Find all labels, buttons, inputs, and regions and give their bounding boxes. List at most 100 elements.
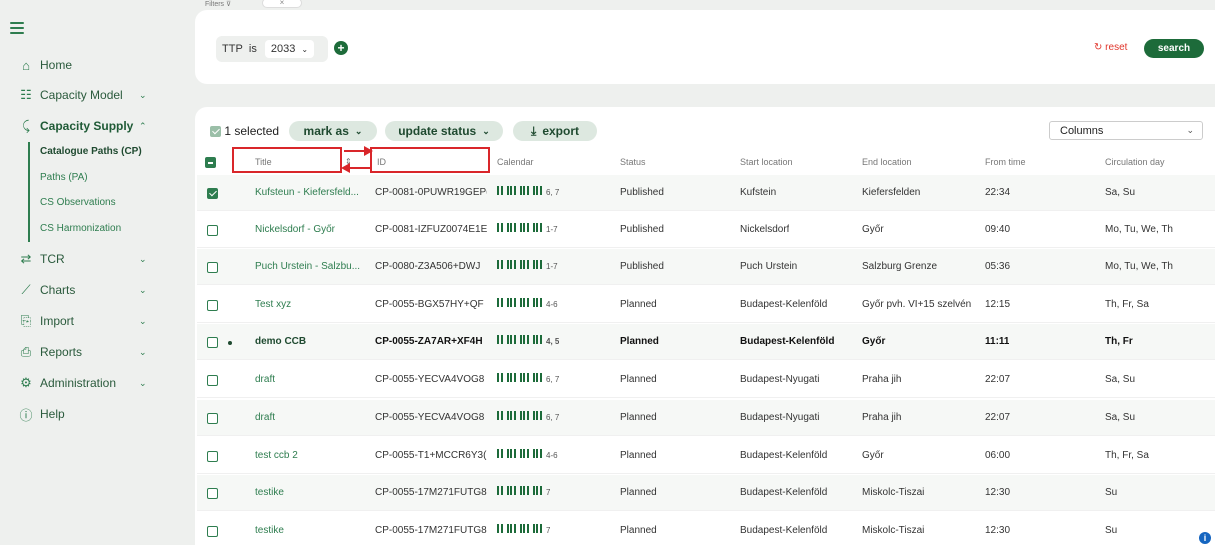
calendar-bars-icon	[497, 524, 543, 536]
menu-icon[interactable]	[10, 22, 24, 34]
sidebar-item-administration[interactable]: ⚙ Administration ⌄	[0, 370, 178, 396]
chevron-down-icon: ⌄	[139, 346, 147, 357]
cell-calendar: 1-7	[497, 223, 558, 235]
sidebar-item-label: TCR	[40, 252, 65, 266]
filter-value-select[interactable]: 2033 ⌄	[264, 40, 315, 58]
column-header-circulation-day[interactable]: Circulation day	[1105, 157, 1165, 167]
cell-start-location: Budapest-Nyugati	[740, 374, 820, 385]
cell-circulation-day: Th, Fr	[1105, 336, 1133, 347]
calendar-bars-icon	[497, 260, 543, 272]
sidebar-subitem-paths[interactable]: Paths (PA)	[40, 172, 88, 183]
column-header-calendar[interactable]: Calendar	[497, 157, 534, 167]
cell-from-time: 05:36	[985, 261, 1011, 272]
row-checkbox[interactable]	[207, 375, 218, 386]
info-icon[interactable]: i	[1199, 532, 1211, 544]
cell-end-location: Miskolc-Tiszai	[862, 525, 925, 536]
cell-end-location: Győr pvh. VI+15 szelvén	[862, 299, 972, 310]
table-row[interactable]: Puch Urstein - Salzbu... CP-0080-Z3A506+D…	[197, 249, 1215, 285]
cell-calendar: 7	[497, 486, 550, 498]
sidebar-item-label: Capacity Supply	[40, 119, 134, 133]
table-row[interactable]: Test xyz CP-0055-BGX57HY+QF 4-6 Planned Buda…	[197, 287, 1215, 323]
sidebar-item-import[interactable]: ⎘ Import ⌄	[0, 308, 178, 334]
chevron-down-icon: ⌄	[354, 125, 363, 136]
filter-field: TTP	[222, 43, 243, 55]
calendar-days: 6, 7	[546, 412, 560, 422]
sidebar-item-label: Charts	[40, 283, 76, 297]
row-checkbox[interactable]	[207, 451, 218, 462]
row-checkbox[interactable]	[207, 337, 218, 348]
cell-title[interactable]: Nickelsdorf - Győr	[255, 224, 363, 235]
column-header-from-time[interactable]: From time	[985, 157, 1026, 167]
table-row[interactable]: testike CP-0055-17M271FUTG8 7 Planned Budape…	[197, 513, 1215, 545]
sidebar-subitem-cs-harmonization[interactable]: CS Harmonization	[40, 223, 121, 234]
filters-tab[interactable]: Filters ⊽	[205, 0, 231, 8]
cell-title[interactable]: Kufsteun - Kiefersfeld...	[255, 187, 363, 198]
cell-circulation-day: Sa, Su	[1105, 412, 1136, 423]
cell-title[interactable]: draft	[255, 412, 363, 423]
cell-title[interactable]: Test xyz	[255, 299, 363, 310]
sidebar-item-tcr[interactable]: ⇄ TCR ⌄	[0, 246, 178, 272]
cell-title[interactable]: draft	[255, 374, 363, 385]
table-row[interactable]: test ccb 2 CP-0055-T1+MCCR6Y3(4-6 Planned B…	[197, 438, 1215, 474]
sidebar-subitem-catalogue-paths[interactable]: Catalogue Paths (CP)	[40, 146, 142, 157]
table-row[interactable]: draft CP-0055-YECVA4VOG8 6, 7 Planned Budape…	[197, 400, 1215, 436]
cell-start-location: Puch Urstein	[740, 261, 798, 272]
chevron-down-icon: ⌄	[139, 315, 147, 326]
sidebar-item-label: Home	[40, 58, 73, 72]
table-row[interactable]: testike CP-0055-17M271FUTG8 7 Planned Budape…	[197, 475, 1215, 511]
row-checkbox[interactable]	[207, 262, 218, 273]
mark-as-button[interactable]: mark as ⌄	[289, 121, 377, 141]
cell-title[interactable]: testike	[255, 525, 363, 536]
row-checkbox[interactable]	[207, 488, 218, 499]
cell-status: Published	[620, 187, 664, 198]
search-button[interactable]: search	[1144, 39, 1204, 58]
cell-status: Planned	[620, 525, 657, 536]
select-all-checkbox[interactable]	[205, 157, 216, 168]
selection-checkbox-icon[interactable]	[210, 125, 221, 137]
cell-end-location: Győr	[862, 450, 884, 461]
row-checkbox[interactable]	[207, 225, 218, 236]
sidebar-item-capacity-model[interactable]: ☷ Capacity Model ⌄	[0, 82, 178, 108]
cell-title[interactable]: Puch Urstein - Salzbu...	[255, 261, 363, 272]
table-row[interactable]: draft CP-0055-YECVA4VOG8 6, 7 Planned Budape…	[197, 362, 1215, 398]
filters-tab-label: Filters	[205, 1, 225, 8]
sidebar-item-help[interactable]: ⓘ Help	[0, 401, 178, 427]
column-header-end-location[interactable]: End location	[862, 157, 912, 167]
cell-start-location: Budapest-Kelenföld	[740, 487, 828, 498]
row-checkbox[interactable]	[207, 300, 218, 311]
cell-title[interactable]: test ccb 2	[255, 450, 363, 461]
table-row[interactable]: Nickelsdorf - Győr CP-0081-IZFUZ0074E1E 1-…	[197, 212, 1215, 248]
filter-chip-ttp[interactable]: TTP is 2033 ⌄	[216, 36, 328, 62]
table-row[interactable]: demo CCB CP-0055-ZA7AR+XF4H 4, 5 Planned Bud…	[197, 324, 1215, 360]
table-row[interactable]: Kufsteun - Kiefersfeld... CP-0081-0PUWR19…	[197, 175, 1215, 211]
filter-operator: is	[248, 43, 257, 55]
cell-title[interactable]: demo CCB	[255, 336, 363, 347]
update-status-button[interactable]: update status ⌄	[385, 121, 503, 141]
sidebar-item-charts[interactable]: ⟋ Charts ⌄	[0, 277, 178, 303]
close-icon[interactable]: ×	[262, 0, 302, 8]
column-header-status[interactable]: Status	[620, 157, 646, 167]
calendar-days: 7	[546, 487, 551, 497]
row-checkbox[interactable]	[207, 413, 218, 424]
sidebar-subitem-cs-observations[interactable]: CS Observations	[40, 197, 116, 208]
sidebar-item-home[interactable]: ⌂ Home	[0, 52, 178, 78]
cell-calendar: 6, 7	[497, 373, 559, 385]
cell-start-location: Kufstein	[740, 187, 777, 198]
column-header-start-location[interactable]: Start location	[740, 157, 793, 167]
row-checkbox[interactable]	[207, 188, 218, 199]
add-filter-button[interactable]: +	[334, 41, 348, 55]
cell-status: Planned	[620, 374, 657, 385]
reset-button[interactable]: ↻ reset	[1094, 42, 1127, 53]
cell-title[interactable]: testike	[255, 487, 363, 498]
cell-circulation-day: Sa, Su	[1105, 374, 1136, 385]
export-button[interactable]: ⤓ export	[513, 121, 597, 141]
chevron-up-icon: ⌃	[139, 120, 147, 131]
columns-select[interactable]: Columns ⌄	[1049, 121, 1203, 140]
mark-as-label: mark as	[303, 124, 349, 138]
row-checkbox[interactable]	[207, 526, 218, 537]
cell-id: CP-0081-IZFUZ0074E1E	[375, 224, 487, 235]
sidebar-item-reports[interactable]: ⎙ Reports ⌄	[0, 339, 178, 365]
cell-from-time: 09:40	[985, 224, 1011, 235]
cell-start-location: Budapest-Kelenföld	[740, 299, 828, 310]
sidebar-item-capacity-supply[interactable]: ⤹ Capacity Supply ⌃	[0, 113, 178, 139]
